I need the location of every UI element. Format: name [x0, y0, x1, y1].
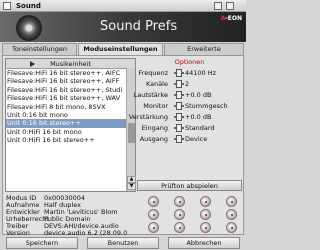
dial-dot [153, 201, 155, 203]
option-label: Frequenz [138, 69, 168, 77]
tab-modes[interactable]: Moduseinstellungen [78, 43, 163, 55]
list-scrollbar[interactable]: ▲ ▼ [126, 68, 136, 191]
dial-icon [226, 209, 237, 220]
list-item[interactable]: Unit 0:16 bit mono [6, 111, 135, 119]
tab-tone[interactable]: Toneinstellungen [2, 43, 77, 55]
option-label: Eingang [141, 124, 168, 132]
option-value: Stummgesch [185, 102, 228, 110]
option-value: +0.0 dB [185, 91, 212, 99]
option-label: Monitor [143, 102, 168, 110]
dial-dot [205, 201, 207, 203]
option-row: Frequenz 44100 Hz [137, 68, 242, 78]
banner-title: Sound Prefs [100, 19, 178, 34]
option-slider-knob[interactable] [176, 124, 182, 132]
option-slider-knob[interactable] [176, 102, 182, 110]
option-value: 44100 Hz [185, 69, 217, 77]
dial-icon [200, 209, 211, 220]
dial-dot [153, 227, 155, 229]
list-item[interactable]: Filesave:HiFi 16 bit stereo++, AIFF [6, 77, 135, 85]
dial-dot [179, 214, 181, 216]
dial-dot [179, 201, 181, 203]
option-row: Ausgang Device [137, 134, 242, 144]
option-slider-knob[interactable] [176, 69, 182, 77]
dial-dot [205, 227, 207, 229]
scroll-up-icon[interactable]: ▲ [127, 176, 136, 183]
use-button[interactable]: Benutzen [87, 237, 159, 249]
dial-dot [231, 201, 233, 203]
option-row: Kanäle 2 [137, 79, 242, 89]
dial-dot [231, 214, 233, 216]
list-item[interactable]: Filesave:HiFi 16 bit stereo++, Studi [6, 86, 135, 94]
save-button[interactable]: Speichern [6, 237, 78, 249]
list-item[interactable]: Filesave:HiFi 8 bit mono, 8SVX [6, 103, 135, 111]
list-item[interactable]: Filesave:HiFi 16 bit stereo++, WAV [6, 94, 135, 102]
close-icon[interactable] [3, 2, 11, 10]
list-item[interactable]: Unit 0:16 bit stereo++ [6, 119, 135, 128]
dial-icon [200, 196, 211, 207]
dial-icon [174, 209, 185, 220]
zoom-icon[interactable] [214, 2, 222, 10]
dial-dot [205, 214, 207, 216]
dial-icon [174, 222, 185, 233]
mode-list[interactable]: Musikeinheit Filesave:HiFi 16 bit stereo… [5, 58, 136, 192]
dial-icon [148, 222, 159, 233]
options-group: Optionen Frequenz 44100 Hz Kanäle 2 Lautstär… [129, 58, 242, 182]
play-test-tone-button[interactable]: Prüfton abspielen [137, 180, 242, 191]
dial-icon [174, 196, 185, 207]
option-value: +0.0 dB [185, 113, 212, 121]
list-header[interactable]: Musikeinheit [6, 59, 135, 69]
option-label: Ausgang [139, 135, 168, 143]
dial-icon [148, 196, 159, 207]
option-value: 2 [185, 80, 190, 88]
option-label: Lautstärke [133, 91, 168, 99]
option-row: Verstärkung +0.0 dB [129, 112, 242, 122]
depth-icon[interactable] [226, 2, 234, 10]
bottom-bar: Speichern Benutzen Abbrechen [0, 236, 246, 250]
option-slider-knob[interactable] [176, 80, 182, 88]
triangle-icon [30, 61, 35, 67]
speaker-icon [16, 15, 42, 41]
option-row: Eingang Standard [137, 123, 242, 133]
list-item[interactable]: Filesave:HiFi 16 bit stereo++, AIFC [6, 69, 135, 77]
window-title: Sound [16, 2, 41, 10]
option-label: Verstärkung [128, 113, 168, 121]
option-row: Monitor Stummgesch [137, 101, 242, 111]
list-item[interactable]: Unit 0:HiFi 16 bit mono [6, 128, 135, 136]
option-row: Lautstärke +0.0 dB [133, 90, 242, 100]
dial-dot [153, 214, 155, 216]
option-slider-knob[interactable] [176, 91, 182, 99]
dial-icon [226, 196, 237, 207]
options-title: Optionen [174, 58, 205, 66]
header-banner: Sound Prefs A-EON [0, 12, 246, 42]
tab-advanced[interactable]: Erweiterte Einstellungen [164, 43, 244, 64]
option-label: Kanäle [145, 80, 168, 88]
dial-icon [148, 209, 159, 220]
dial-dot [231, 227, 233, 229]
scrollbar-thumb[interactable] [128, 123, 135, 143]
option-slider-knob[interactable] [176, 113, 182, 121]
tab-bar: Toneinstellungen Moduseinstellungen Erwe… [0, 43, 246, 64]
dial-dot [179, 227, 181, 229]
dial-icon [226, 222, 237, 233]
dial-icon [200, 222, 211, 233]
mode-info: Modus ID 0x00030004 Aufnahme Half duplex Ent… [5, 194, 136, 237]
scroll-down-icon[interactable]: ▼ [127, 183, 136, 190]
option-slider-knob[interactable] [176, 135, 182, 143]
option-value: Device [185, 135, 208, 143]
option-value: Standard [185, 124, 215, 132]
cancel-button[interactable]: Abbrechen [168, 237, 240, 249]
knob-panel [140, 194, 244, 233]
list-item[interactable]: Unit 0:HiFi 16 bit stereo++ [6, 136, 135, 144]
title-bar[interactable]: Sound [0, 0, 246, 12]
brand-logo: A-EON [220, 15, 242, 22]
